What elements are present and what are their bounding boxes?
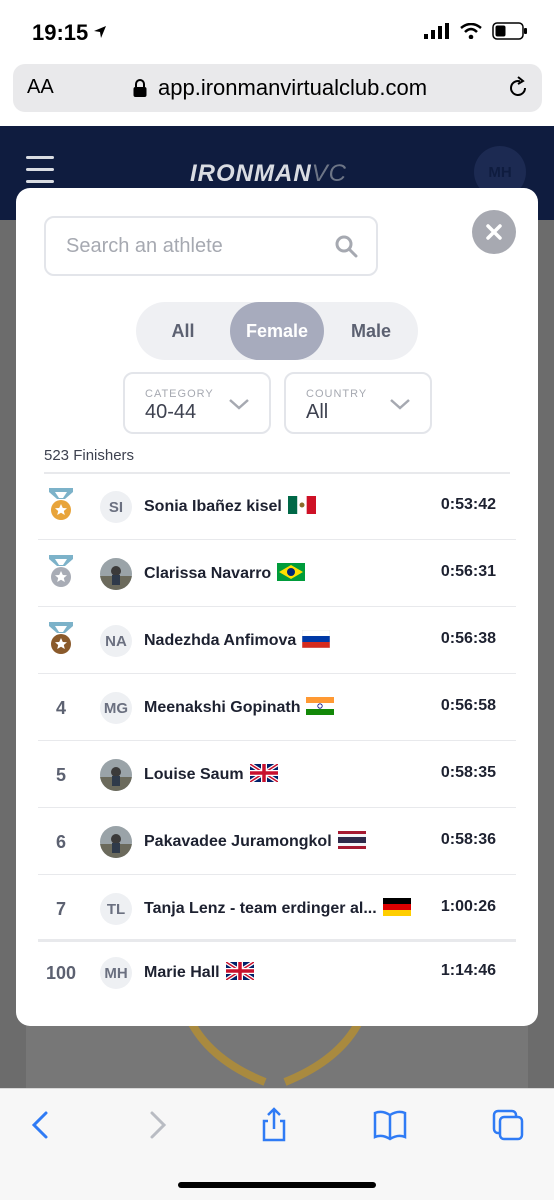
- status-bar: 19:15: [0, 0, 554, 60]
- finish-time: 0:56:58: [440, 697, 496, 714]
- back-icon[interactable]: [24, 1107, 60, 1143]
- laurel-icon: [186, 1020, 364, 1086]
- athlete-name[interactable]: Marie Hall: [144, 962, 254, 982]
- location-arrow-icon: [94, 26, 106, 38]
- athlete-name[interactable]: Nadezhda Anfimova: [144, 630, 331, 650]
- battery-icon: [492, 22, 527, 40]
- flag-uk-icon: [249, 764, 278, 782]
- table-row[interactable]: 6 Pakavadee Juramongkol 0:58:36: [38, 809, 516, 875]
- table-row[interactable]: 5 Louise Saum 0:58:35: [38, 742, 516, 808]
- table-row[interactable]: 100 MH Marie Hall 1:14:46: [38, 940, 516, 1006]
- signal-icon: [424, 23, 449, 39]
- athlete-name-text: Meenakshi Gopinath: [144, 699, 301, 716]
- leaderboard-modal: Search an athlete All Female Male CATEGO…: [16, 188, 538, 1026]
- ironman-logo: IRONMANVC: [190, 160, 347, 188]
- flag-brazil-icon: [277, 563, 306, 581]
- search-input[interactable]: Search an athlete: [44, 216, 378, 276]
- table-row[interactable]: SI Sonia Ibañez kisel 0:53:42: [38, 474, 516, 540]
- rank: 6: [55, 832, 66, 852]
- avatar: NA: [100, 625, 132, 657]
- athlete-name[interactable]: Pakavadee Juramongkol: [144, 831, 366, 851]
- rank: 7: [55, 899, 66, 919]
- athlete-name-text: Pakavadee Juramongkol: [144, 833, 332, 850]
- share-icon[interactable]: [256, 1107, 292, 1143]
- avatar: [100, 826, 132, 858]
- athlete-name[interactable]: Clarissa Navarro: [144, 563, 306, 583]
- home-indicator: [178, 1182, 376, 1188]
- wifi-icon: [460, 23, 482, 39]
- athlete-name-text: Tanja Lenz - team erdinger al...: [144, 900, 377, 917]
- status-time: 19:15: [32, 20, 89, 45]
- finish-time: 1:00:26: [440, 898, 496, 915]
- category-label: CATEGORY: [145, 388, 214, 400]
- country-label: COUNTRY: [306, 388, 368, 400]
- reload-icon[interactable]: [506, 76, 530, 100]
- medal-gold-icon: [49, 488, 73, 520]
- menu-icon[interactable]: [26, 156, 54, 192]
- logo-suffix: VC: [311, 160, 347, 187]
- finish-time: 0:58:36: [440, 831, 496, 848]
- tabs-icon[interactable]: [490, 1107, 526, 1143]
- table-row[interactable]: 7 TL Tanja Lenz - team erdinger al... 1:00:…: [38, 876, 516, 942]
- aa-label: AA: [27, 76, 54, 98]
- flag-mexico-icon: [287, 496, 316, 514]
- flag-uk-icon: [225, 962, 254, 980]
- segment-male[interactable]: Male: [324, 302, 418, 360]
- country-select[interactable]: COUNTRY All: [284, 372, 432, 434]
- finish-time: 0:56:38: [440, 630, 496, 647]
- logo-main: IRONMAN: [190, 160, 312, 187]
- finish-time: 1:14:46: [440, 962, 496, 979]
- table-row[interactable]: NA Nadezhda Anfimova 0:56:38: [38, 608, 516, 674]
- athlete-name[interactable]: Louise Saum: [144, 764, 278, 784]
- finish-time: 0:53:42: [440, 496, 496, 513]
- chevron-down-icon: [229, 399, 249, 410]
- athlete-name-text: Louise Saum: [144, 766, 244, 783]
- finish-time: 0:58:35: [440, 764, 496, 781]
- flag-thailand-icon: [337, 831, 366, 849]
- flag-germany-icon: [382, 898, 411, 916]
- chevron-down-icon: [390, 399, 410, 410]
- gender-filter: All Female Male: [136, 302, 418, 360]
- address-bar[interactable]: AA app.ironmanvirtualclub.com: [13, 64, 542, 112]
- avatar: MH: [100, 957, 132, 989]
- finishers-count: 523 Finishers: [44, 447, 135, 464]
- avatar: SI: [100, 491, 132, 523]
- athlete-name-text: Clarissa Navarro: [144, 565, 272, 582]
- category-select[interactable]: CATEGORY 40-44: [123, 372, 271, 434]
- athlete-name-text: Sonia Ibañez kisel: [144, 498, 282, 515]
- url-text: app.ironmanvirtualclub.com: [158, 75, 428, 100]
- avatar: MG: [100, 692, 132, 724]
- category-value: 40-44: [145, 401, 197, 423]
- finish-time: 0:56:31: [440, 563, 496, 580]
- bookmarks-icon[interactable]: [372, 1107, 408, 1143]
- close-icon: [486, 224, 502, 240]
- lock-icon: [133, 79, 147, 97]
- avatar: [100, 759, 132, 791]
- close-button[interactable]: [472, 210, 516, 254]
- medal-silver-icon: [49, 555, 73, 587]
- athlete-name[interactable]: Meenakshi Gopinath: [144, 697, 335, 717]
- flag-india-icon: [306, 697, 335, 715]
- athlete-name-text: Marie Hall: [144, 964, 220, 981]
- forward-icon[interactable]: [138, 1107, 174, 1143]
- rank: 100: [45, 963, 77, 983]
- segment-all[interactable]: All: [136, 302, 230, 360]
- table-row[interactable]: 4 MG Meenakshi Gopinath 0:56:58: [38, 675, 516, 741]
- search-icon: [335, 235, 358, 258]
- medal-bronze-icon: [49, 622, 73, 654]
- athlete-name[interactable]: Tanja Lenz - team erdinger al...: [144, 898, 411, 918]
- rank: 4: [55, 698, 66, 718]
- athlete-name-text: Nadezhda Anfimova: [144, 632, 297, 649]
- country-value: All: [306, 401, 329, 423]
- search-placeholder: Search an athlete: [66, 235, 223, 257]
- avatar: [100, 558, 132, 590]
- rank: 5: [55, 765, 66, 785]
- avatar: TL: [100, 893, 132, 925]
- athlete-name[interactable]: Sonia Ibañez kisel: [144, 496, 316, 516]
- segment-female[interactable]: Female: [230, 302, 324, 360]
- table-row[interactable]: Clarissa Navarro 0:56:31: [38, 541, 516, 607]
- flag-russia-icon: [302, 630, 331, 648]
- text-size-button[interactable]: AA: [27, 76, 54, 99]
